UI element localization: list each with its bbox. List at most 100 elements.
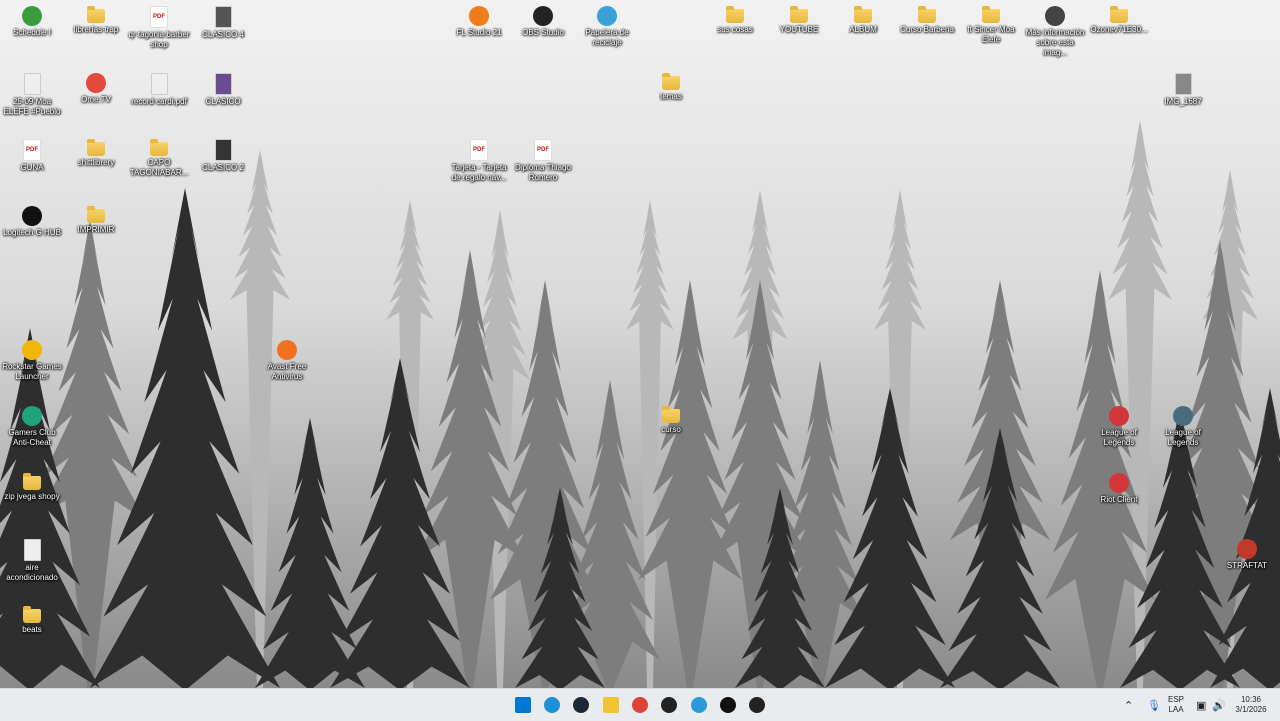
start-button[interactable] (514, 696, 532, 714)
file-icon (214, 73, 232, 95)
pdf-icon: PDF (150, 6, 168, 28)
language-code: ESP (1168, 695, 1185, 704)
folder-icon (23, 606, 41, 623)
folder-icon (23, 473, 41, 490)
desktop-icon-qr-tagonia-barber-shop[interactable]: PDF qr tagonia barber shop (127, 4, 191, 50)
desktop-icon-youtube[interactable]: YOUTUBE (767, 4, 831, 35)
folder-icon (87, 206, 105, 223)
desktop-icon-gamers-club-anti-cheat[interactable]: Gamers Club Anti-Cheat (0, 404, 64, 448)
desktop-icon-aire-acondicionado[interactable]: aire acondicionado (0, 537, 64, 583)
volume-button[interactable]: 🔊 (1212, 689, 1226, 721)
desktop-icon-label: CLASICO 4 (202, 30, 244, 39)
speaker-icon: 🔊 (1212, 699, 1226, 712)
fl-studio-icon (469, 6, 489, 26)
epic-games-button[interactable] (748, 696, 766, 714)
folder-icon (854, 6, 872, 23)
recycle-bin-icon (597, 6, 617, 26)
edge-dev-button[interactable] (690, 696, 708, 714)
obs-button[interactable] (660, 696, 678, 714)
desktop-icon-label: librerías trap (73, 25, 119, 34)
desktop-icon-capo-tagoniabar[interactable]: CAPO TAGONIABAR... (127, 137, 191, 178)
capcut-icon (720, 697, 736, 713)
desktop-icon-25-09-moa-el-fe-pueblo[interactable]: 25-09 Moa ELÉFE #Pueblo (0, 71, 64, 117)
edge-icon (544, 697, 560, 713)
steam-button[interactable] (572, 696, 590, 714)
desktop-icon-label: FL Studio 21 (456, 28, 502, 37)
desktop-icon-league-of-legends[interactable]: League of Legends (1087, 404, 1151, 448)
desktop-icon-label: temas (660, 92, 682, 101)
desktop-icon-img-1687[interactable]: IMG_1687 (1151, 71, 1215, 107)
desktop-icon-label: Curso Barberia (900, 25, 954, 34)
desktop-icon-clasico[interactable]: CLASICO (191, 71, 255, 107)
desktop-icon-curso-barberia[interactable]: Curso Barberia (895, 4, 959, 35)
desktop-icon-label: IMPRIMIR (77, 225, 115, 234)
folder-icon (790, 6, 808, 23)
desktop-icon-fl-studio-21[interactable]: FL Studio 21 (447, 4, 511, 38)
desktop-icon-label: zip jvega shopy (4, 492, 60, 501)
desktop-icon-label: YOUTUBE (779, 25, 819, 34)
gamersclub-icon (22, 406, 42, 426)
steam-icon (573, 697, 589, 713)
edge-button[interactable] (543, 696, 561, 714)
language-indicator[interactable]: ESP LAA (1168, 689, 1184, 721)
desktop-icon-shittlibrery[interactable]: shittlibrery (64, 137, 128, 168)
desktop-icon-librer-as-trap[interactable]: librerías trap (64, 4, 128, 35)
desktop-icon-guna[interactable]: PDF GUNA (0, 137, 64, 173)
desktop-icon-label: CLASICO (205, 97, 241, 106)
show-hidden-icons-button[interactable]: ⌃ (1124, 689, 1133, 721)
desktop-icon-temas[interactable]: temas (639, 71, 703, 102)
desktop-icon-clasico-4[interactable]: CLASICO 4 (191, 4, 255, 40)
riot-icon (1109, 406, 1129, 426)
desktop-icon-label: Avast Free Antivirus (267, 362, 307, 381)
desktop-icon-label: Más información sobre esta imag... (1025, 28, 1085, 57)
desktop-icon-logitech-g-hub[interactable]: Logitech G HUB (0, 204, 64, 238)
desktop-icon-zip-jvega-shopy[interactable]: zip jvega shopy (0, 471, 64, 502)
network-button[interactable]: ▣ (1196, 689, 1206, 721)
desktop-icon-diploma-thiago-romero[interactable]: PDF Diploma Thiago Romero (511, 137, 575, 183)
folder-icon (87, 139, 105, 156)
desktop-icon-league-of-legends[interactable]: League of Legends (1151, 404, 1215, 448)
desktop-icon-avast-free-antivirus[interactable]: Avast Free Antivirus (255, 338, 319, 382)
ometv-icon (86, 73, 106, 93)
desktop-icon-m-s-informaci-n-sobre-esta-imag[interactable]: Más información sobre esta imag... (1023, 4, 1087, 58)
clock[interactable]: 10:36 3/1/2026 (1232, 689, 1270, 721)
desktop-icon-label: shittlibrery (77, 158, 115, 167)
desktop-icon-label: Schedule I (13, 28, 51, 37)
file-explorer-button[interactable] (602, 696, 620, 714)
monitor-network-icon: ▣ (1196, 699, 1207, 712)
desktop-icon-papelera-de-reciclaje[interactable]: Papelera de reciclaje (575, 4, 639, 48)
desktop-icon-label: CLASICO 2 (202, 163, 244, 172)
desktop-icon-sus-cosas[interactable]: sus cosas (703, 4, 767, 35)
desktop-icon-curso[interactable]: curso (639, 404, 703, 435)
audio-file-icon (23, 73, 41, 95)
desktop-icon-ozonev71e30[interactable]: Ozonev71E30... (1087, 4, 1151, 35)
chrome-button[interactable] (631, 696, 649, 714)
desktop-icon-label: OBS Studio (522, 28, 564, 37)
desktop-icon-imprimir[interactable]: IMPRIMIR (64, 204, 128, 235)
image-file-icon (1174, 73, 1192, 95)
desktop-icon-ome-tv[interactable]: Ome.TV (64, 71, 128, 105)
desktop-icon-straftat[interactable]: STRAFTAT (1215, 537, 1279, 571)
capcut-button[interactable] (719, 696, 737, 714)
desktop-icon-riot-client[interactable]: Riot Client (1087, 471, 1151, 505)
desktop-icon-schedule-i[interactable]: Schedule I (0, 4, 64, 38)
desktop-icon-label: 25-09 Moa ELÉFE #Pueblo (3, 97, 61, 116)
desktop-icon-record-cardi-pdf[interactable]: record cardi.pdf (127, 71, 191, 107)
desktop-icon-clasico-2[interactable]: CLASICO 2 (191, 137, 255, 173)
folder-icon (662, 406, 680, 423)
folder-icon (150, 139, 168, 156)
desktop-icon-obs-studio[interactable]: OBS Studio (511, 4, 575, 38)
microphone-button[interactable]: 🎙 (1147, 689, 1161, 721)
desktop-icon-beats[interactable]: beats (0, 604, 64, 635)
folder-icon (662, 73, 680, 90)
desktop-icon-label: curso (661, 425, 681, 434)
desktop-icon-label: sus cosas (717, 25, 753, 34)
file-icon (23, 539, 41, 561)
desktop-icon-label: GUNA (20, 163, 44, 172)
desktop-icon-tarjeta-tarjeta-de-regalo-nav[interactable]: PDF Tarjeta - Tarjeta de regalo nav... (447, 137, 511, 183)
desktop-icon-ft-sincer-moa-elefe[interactable]: ft Sincer Moa Elefe (959, 4, 1023, 45)
desktop-icon-album[interactable]: ALBUM (831, 4, 895, 35)
desktop-icon-label: Riot Client (1100, 495, 1138, 504)
desktop-icon-rockstar-games-launcher[interactable]: Rockstar Games Launcher (0, 338, 64, 382)
pdf-icon: PDF (470, 139, 488, 161)
